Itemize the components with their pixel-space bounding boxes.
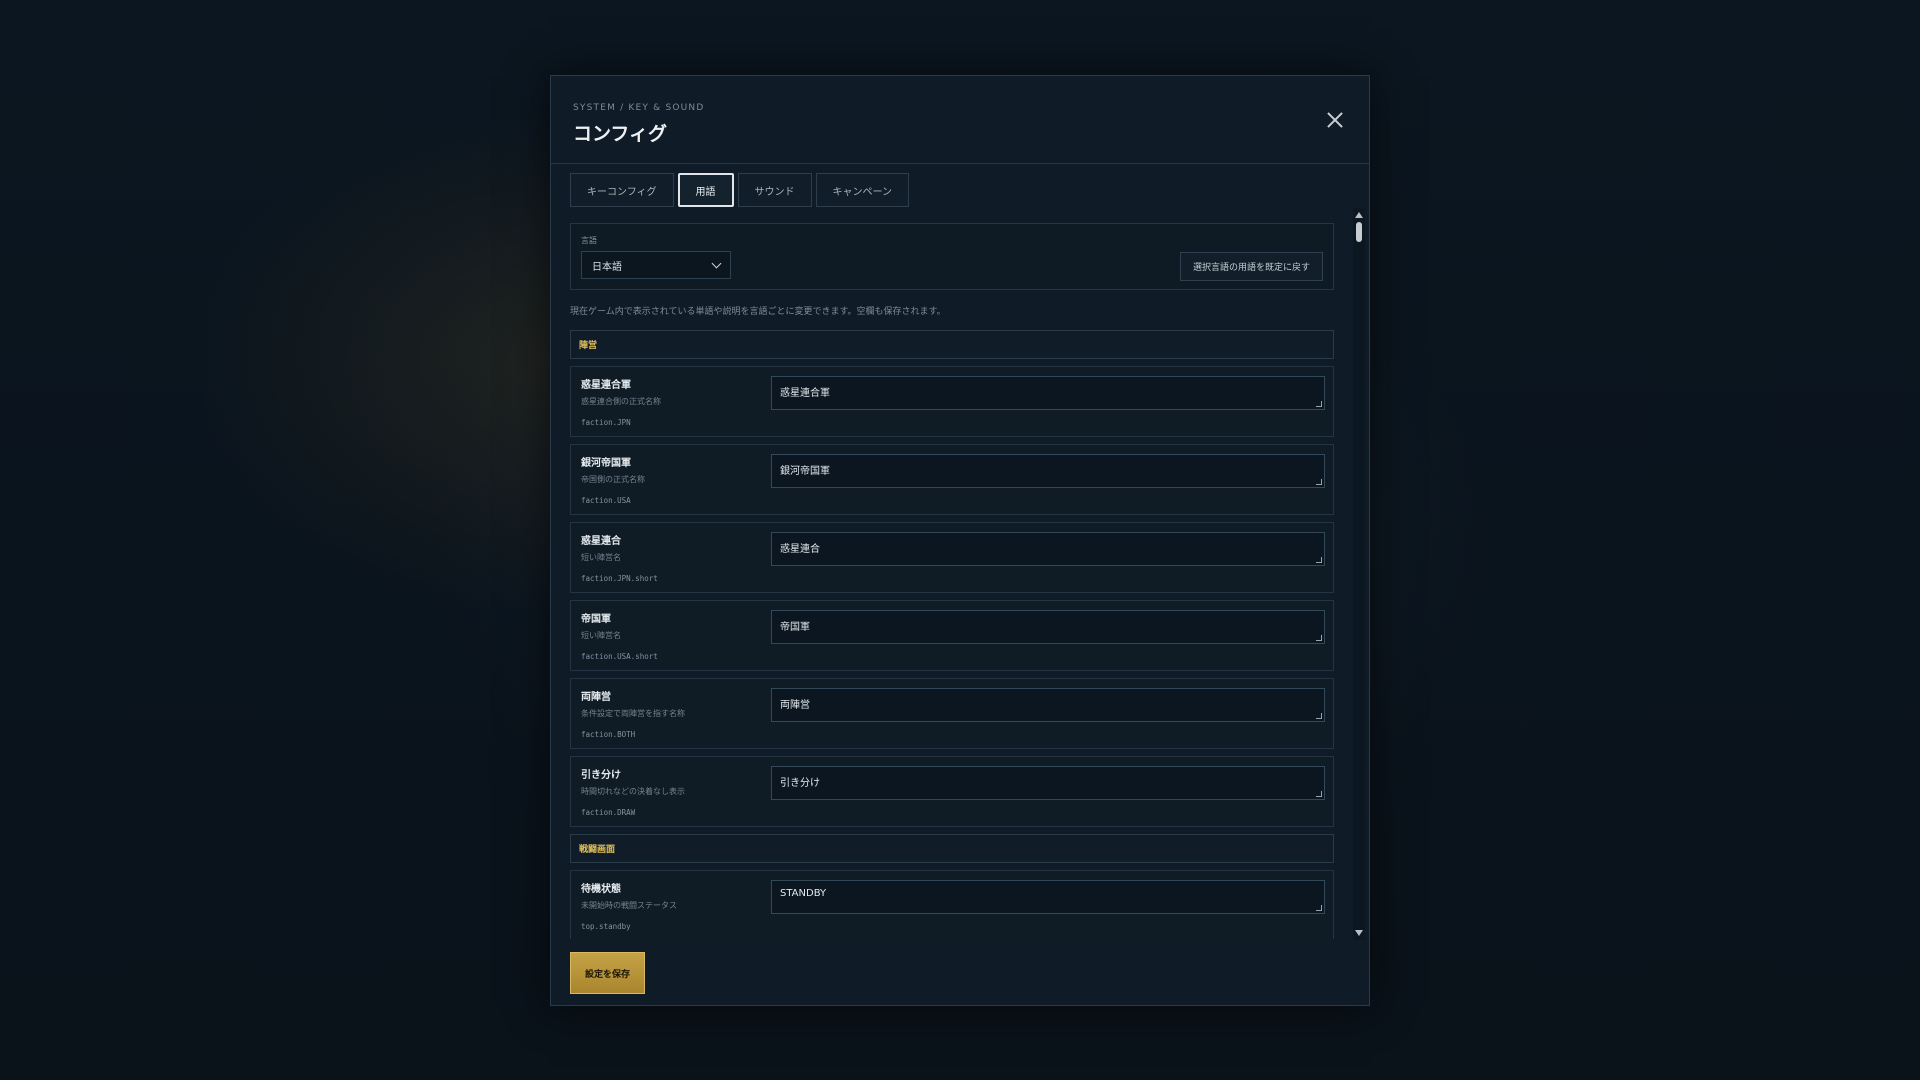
tab-sound[interactable]: サウンド	[737, 173, 812, 207]
resize-handle-icon[interactable]	[1316, 479, 1322, 485]
dialog-title: コンフィグ	[573, 123, 668, 145]
resize-handle-icon[interactable]	[1316, 713, 1322, 719]
tab-key-config[interactable]: キーコンフィグ	[570, 173, 674, 207]
term-input[interactable]: 引き分け	[771, 766, 1325, 800]
term-input[interactable]: 惑星連合	[771, 532, 1325, 566]
terms-scroll-area[interactable]: 言語 日本語 選択言語の用語を既定に戻す 現在ゲーム内で表示されている単語や説明…	[570, 223, 1334, 939]
term-row: 引き分け 時間切れなどの決着なし表示 faction.DRAW 引き分け	[570, 756, 1334, 827]
language-label: 言語	[581, 236, 597, 245]
term-input-value: 惑星連合軍	[780, 388, 830, 399]
scroll-thumb[interactable]	[1356, 222, 1362, 242]
term-input-value: 両陣営	[780, 700, 810, 711]
help-text: 現在ゲーム内で表示されている単語や説明を言語ごとに変更できます。空欄も保存されま…	[570, 307, 946, 317]
scrollbar[interactable]	[1353, 208, 1365, 940]
language-panel: 言語 日本語 選択言語の用語を既定に戻す	[570, 223, 1334, 290]
resize-handle-icon[interactable]	[1316, 557, 1322, 563]
term-input-value: STANDBY	[780, 888, 827, 899]
scroll-down-arrow-icon[interactable]	[1355, 930, 1363, 936]
language-select[interactable]: 日本語	[581, 251, 731, 279]
resize-handle-icon[interactable]	[1316, 401, 1322, 407]
language-selected-value: 日本語	[592, 261, 622, 273]
breadcrumb: SYSTEM / KEY & SOUND	[573, 103, 705, 113]
term-row: 銀河帝国軍 帝国側の正式名称 faction.USA 銀河帝国軍	[570, 444, 1334, 515]
term-input-value: 銀河帝国軍	[780, 466, 830, 477]
save-settings-button[interactable]: 設定を保存	[570, 952, 645, 994]
term-input-value: 引き分け	[780, 778, 820, 789]
term-key: faction.USA	[581, 496, 631, 505]
tab-bar: キーコンフィグ 用語 サウンド キャンペーン	[570, 173, 909, 207]
dialog-footer: 設定を保存	[570, 952, 645, 994]
dialog-header: SYSTEM / KEY & SOUND コンフィグ	[551, 76, 1369, 164]
term-row: 待機状態 未開始時の戦闘ステータス top.standby STANDBY	[570, 870, 1334, 939]
term-input[interactable]: 帝国軍	[771, 610, 1325, 644]
chevron-down-icon	[711, 258, 722, 268]
term-key: faction.USA.short	[581, 652, 658, 661]
term-key: faction.DRAW	[581, 808, 636, 817]
term-input-value: 惑星連合	[780, 544, 820, 555]
term-input[interactable]: 惑星連合軍	[771, 376, 1325, 410]
term-input-value: 帝国軍	[780, 622, 810, 633]
term-input[interactable]: 銀河帝国軍	[771, 454, 1325, 488]
term-input[interactable]: STANDBY	[771, 880, 1325, 914]
term-key: faction.JPN	[581, 418, 631, 427]
term-key: top.standby	[581, 922, 631, 931]
term-key: faction.JPN.short	[581, 574, 658, 583]
reset-terms-button[interactable]: 選択言語の用語を既定に戻す	[1179, 252, 1323, 281]
section-header-battle-screen: 戦闘画面	[570, 834, 1334, 863]
close-icon[interactable]	[1327, 112, 1343, 128]
term-input[interactable]: 両陣営	[771, 688, 1325, 722]
tab-campaign[interactable]: キャンペーン	[815, 173, 909, 207]
term-row: 惑星連合 短い陣営名 faction.JPN.short 惑星連合	[570, 522, 1334, 593]
term-row: 惑星連合軍 惑星連合側の正式名称 faction.JPN 惑星連合軍	[570, 366, 1334, 437]
section-header-faction: 陣営	[570, 330, 1334, 359]
resize-handle-icon[interactable]	[1316, 905, 1322, 911]
term-row: 両陣営 条件設定で両陣営を指す名称 faction.BOTH 両陣営	[570, 678, 1334, 749]
scroll-up-arrow-icon[interactable]	[1355, 212, 1363, 218]
tab-terms[interactable]: 用語	[677, 173, 734, 207]
resize-handle-icon[interactable]	[1316, 791, 1322, 797]
config-dialog: SYSTEM / KEY & SOUND コンフィグ キーコンフィグ 用語 サウ…	[550, 75, 1370, 1006]
resize-handle-icon[interactable]	[1316, 635, 1322, 641]
term-row: 帝国軍 短い陣営名 faction.USA.short 帝国軍	[570, 600, 1334, 671]
term-key: faction.BOTH	[581, 730, 636, 739]
